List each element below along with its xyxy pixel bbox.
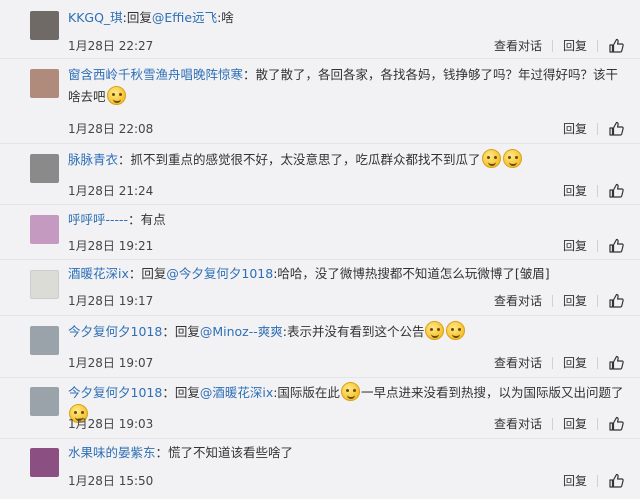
avatar[interactable] [30, 326, 59, 355]
view-thread-button[interactable]: 查看对话 [494, 414, 542, 434]
comment-list: KKGQ_琪:回复@Effie远飞:啥 1月28日 22:27 查看对话 回复 … [0, 0, 640, 499]
divider [597, 185, 598, 197]
like-icon[interactable] [608, 183, 624, 199]
comment-text: :表示并没有看到这个公告 [282, 324, 425, 339]
like-icon[interactable] [608, 473, 624, 489]
reply-button[interactable]: 回复 [563, 414, 587, 434]
view-thread-button[interactable]: 查看对话 [494, 353, 542, 373]
divider [597, 295, 598, 307]
emoji-icon [502, 149, 522, 168]
divider [0, 315, 640, 316]
divider [551, 357, 553, 369]
like-icon[interactable] [608, 355, 624, 371]
comment-text: :国际版在此 [273, 385, 340, 400]
comment-time: 1月28日 22:08 [68, 122, 154, 136]
comment-time: 1月28日 19:03 [68, 417, 154, 431]
comment-username[interactable]: KKGQ_琪 [68, 10, 123, 25]
like-icon[interactable] [608, 38, 624, 54]
emoji-icon [340, 382, 360, 401]
comment-time: 1月28日 19:07 [68, 356, 154, 370]
avatar[interactable] [30, 270, 59, 299]
emoji-icon [106, 86, 126, 105]
divider [551, 418, 553, 430]
reply-button[interactable]: 回复 [563, 236, 587, 256]
emoji-icon [481, 149, 501, 168]
comment-text: 抓不到重点的感觉很不好，太没意思了，吃瓜群众都找不到瓜了 [130, 152, 481, 167]
comment-text: 啥去吧 [68, 89, 106, 104]
comment-text: :哈哈，没了微博热搜都不知道怎么玩微博了[皱眉] [273, 266, 550, 281]
like-icon[interactable] [608, 416, 624, 432]
divider [551, 295, 553, 307]
divider [597, 418, 598, 430]
reply-button[interactable]: 回复 [563, 353, 587, 373]
comment-username[interactable]: 脉脉青衣 [68, 152, 118, 167]
divider [0, 204, 640, 205]
divider [0, 143, 640, 144]
comment-time: 1月28日 19:17 [68, 294, 154, 308]
divider [597, 123, 598, 135]
comment-username[interactable]: 窗含西岭千秋雪渔舟唱晚阵惊寒 [68, 67, 243, 82]
divider [0, 438, 640, 439]
mention-link[interactable]: @酒暖花深ix [200, 385, 273, 400]
comment-time: 1月28日 15:50 [68, 474, 154, 488]
comment-text: 散了散了，各回各家，各找各妈，钱挣够了吗？年过得好吗？该干 [255, 67, 619, 82]
reply-button[interactable]: 回复 [563, 119, 587, 139]
like-icon[interactable] [608, 121, 624, 137]
divider [0, 259, 640, 260]
comment-text: 有点 [140, 212, 166, 227]
reply-button[interactable]: 回复 [563, 471, 587, 491]
like-icon[interactable] [608, 238, 624, 254]
comment-time: 1月28日 22:27 [68, 39, 154, 53]
divider [551, 40, 553, 52]
reply-button[interactable]: 回复 [563, 36, 587, 56]
mention-link[interactable]: @今夕复何夕1018 [166, 266, 273, 281]
divider [0, 377, 640, 378]
mention-link[interactable]: @Effie远飞 [152, 10, 217, 25]
divider [597, 475, 598, 487]
divider [0, 58, 640, 59]
comment-username[interactable]: 今夕复何夕1018 [68, 385, 162, 400]
emoji-icon [446, 321, 466, 340]
avatar[interactable] [30, 387, 59, 416]
avatar[interactable] [30, 154, 59, 183]
avatar[interactable] [30, 69, 59, 98]
comment-text: :啥 [217, 10, 234, 25]
emoji-icon [425, 321, 445, 340]
comment-username[interactable]: 酒暖花深ix [68, 266, 129, 281]
comment-username[interactable]: 今夕复何夕1018 [68, 324, 162, 339]
divider [597, 40, 598, 52]
avatar[interactable] [30, 11, 59, 40]
divider [597, 240, 598, 252]
avatar[interactable] [30, 448, 59, 477]
view-thread-button[interactable]: 查看对话 [494, 291, 542, 311]
comment-text: 一早点进来没看到热搜，以为国际版又出问题了 [360, 385, 624, 400]
mention-link[interactable]: @Minoz--爽爽 [200, 324, 283, 339]
like-icon[interactable] [608, 293, 624, 309]
comment-text: 慌了不知道该看些啥了 [168, 445, 294, 460]
reply-button[interactable]: 回复 [563, 181, 587, 201]
avatar[interactable] [30, 215, 59, 244]
comment-time: 1月28日 21:24 [68, 184, 154, 198]
comment-time: 1月28日 19:21 [68, 239, 154, 253]
comment-username[interactable]: 呼呼呼----- [68, 212, 128, 227]
divider [597, 357, 598, 369]
reply-button[interactable]: 回复 [563, 291, 587, 311]
comment-username[interactable]: 水果味的晏紫东 [68, 445, 156, 460]
view-thread-button[interactable]: 查看对话 [494, 36, 542, 56]
